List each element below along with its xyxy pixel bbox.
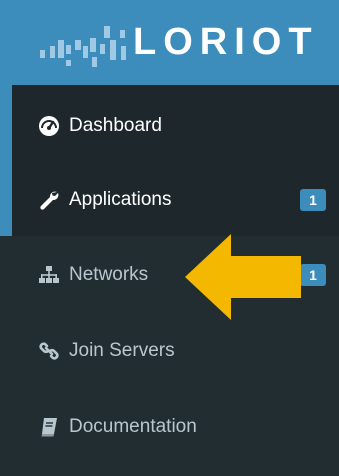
- arrow-shape: [185, 234, 301, 320]
- app-root: LORIOT Dashboard Applications 1 Networks…: [0, 0, 339, 476]
- sidebar-item-join-servers[interactable]: Join Servers: [0, 321, 339, 381]
- networks-count-badge: 1: [300, 264, 326, 286]
- sidebar-item-label: Documentation: [69, 416, 197, 437]
- sidebar-item-label: Networks: [69, 264, 149, 285]
- logo-header[interactable]: LORIOT: [0, 0, 339, 85]
- sitemap-icon: [36, 262, 62, 288]
- sidebar-item-label: Applications: [69, 189, 172, 210]
- book-icon: [36, 414, 62, 440]
- annotation-arrow-icon: [185, 234, 301, 320]
- dashboard-icon: [36, 113, 62, 139]
- wrench-icon: [36, 187, 62, 213]
- sidebar-item-label: Dashboard: [69, 115, 162, 136]
- sidebar-item-label: Join Servers: [69, 340, 175, 361]
- logo-wordmark: LORIOT: [133, 21, 319, 63]
- sidebar-item-documentation[interactable]: Documentation: [0, 397, 339, 457]
- applications-count-badge: 1: [300, 189, 326, 211]
- sidebar-item-applications[interactable]: Applications 1: [0, 170, 339, 230]
- sidebar-item-dashboard[interactable]: Dashboard: [0, 96, 339, 156]
- link-icon: [36, 338, 62, 364]
